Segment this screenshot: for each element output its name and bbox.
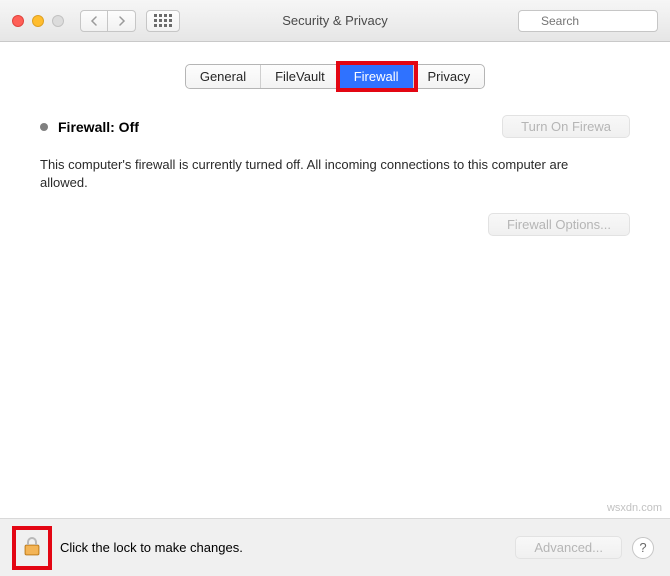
lock-icon [20, 534, 44, 561]
minimize-window-button[interactable] [32, 15, 44, 27]
footer-bar: Click the lock to make changes. Advanced… [0, 518, 670, 576]
firewall-status-label: Firewall: Off [58, 119, 139, 135]
tab-firewall[interactable]: Firewall [340, 65, 414, 88]
tab-filevault[interactable]: FileVault [261, 65, 340, 88]
turn-on-firewall-button: Turn On Firewa [502, 115, 630, 138]
search-input[interactable] [518, 10, 658, 32]
advanced-button: Advanced... [515, 536, 622, 559]
window-controls [12, 15, 64, 27]
lock-hint-text: Click the lock to make changes. [60, 540, 243, 555]
apps-grid-icon [154, 14, 172, 27]
tab-privacy[interactable]: Privacy [414, 65, 485, 88]
watermark-text: wsxdn.com [607, 502, 662, 514]
back-button[interactable] [80, 10, 108, 32]
zoom-window-button [52, 15, 64, 27]
close-window-button[interactable] [12, 15, 24, 27]
tab-general[interactable]: General [186, 65, 261, 88]
titlebar: Security & Privacy [0, 0, 670, 42]
chevron-left-icon [90, 16, 98, 26]
status-indicator-icon [40, 123, 48, 131]
help-button[interactable]: ? [632, 537, 654, 559]
firewall-description: This computer's firewall is currently tu… [40, 156, 580, 191]
lock-button[interactable] [16, 530, 48, 566]
nav-buttons [80, 10, 136, 32]
content-pane: Firewall: Off Turn On Firewa This comput… [0, 89, 670, 236]
forward-button[interactable] [108, 10, 136, 32]
show-all-button[interactable] [146, 10, 180, 32]
tab-bar: General FileVault Firewall Privacy [0, 64, 670, 89]
firewall-options-button: Firewall Options... [488, 213, 630, 236]
chevron-right-icon [118, 16, 126, 26]
